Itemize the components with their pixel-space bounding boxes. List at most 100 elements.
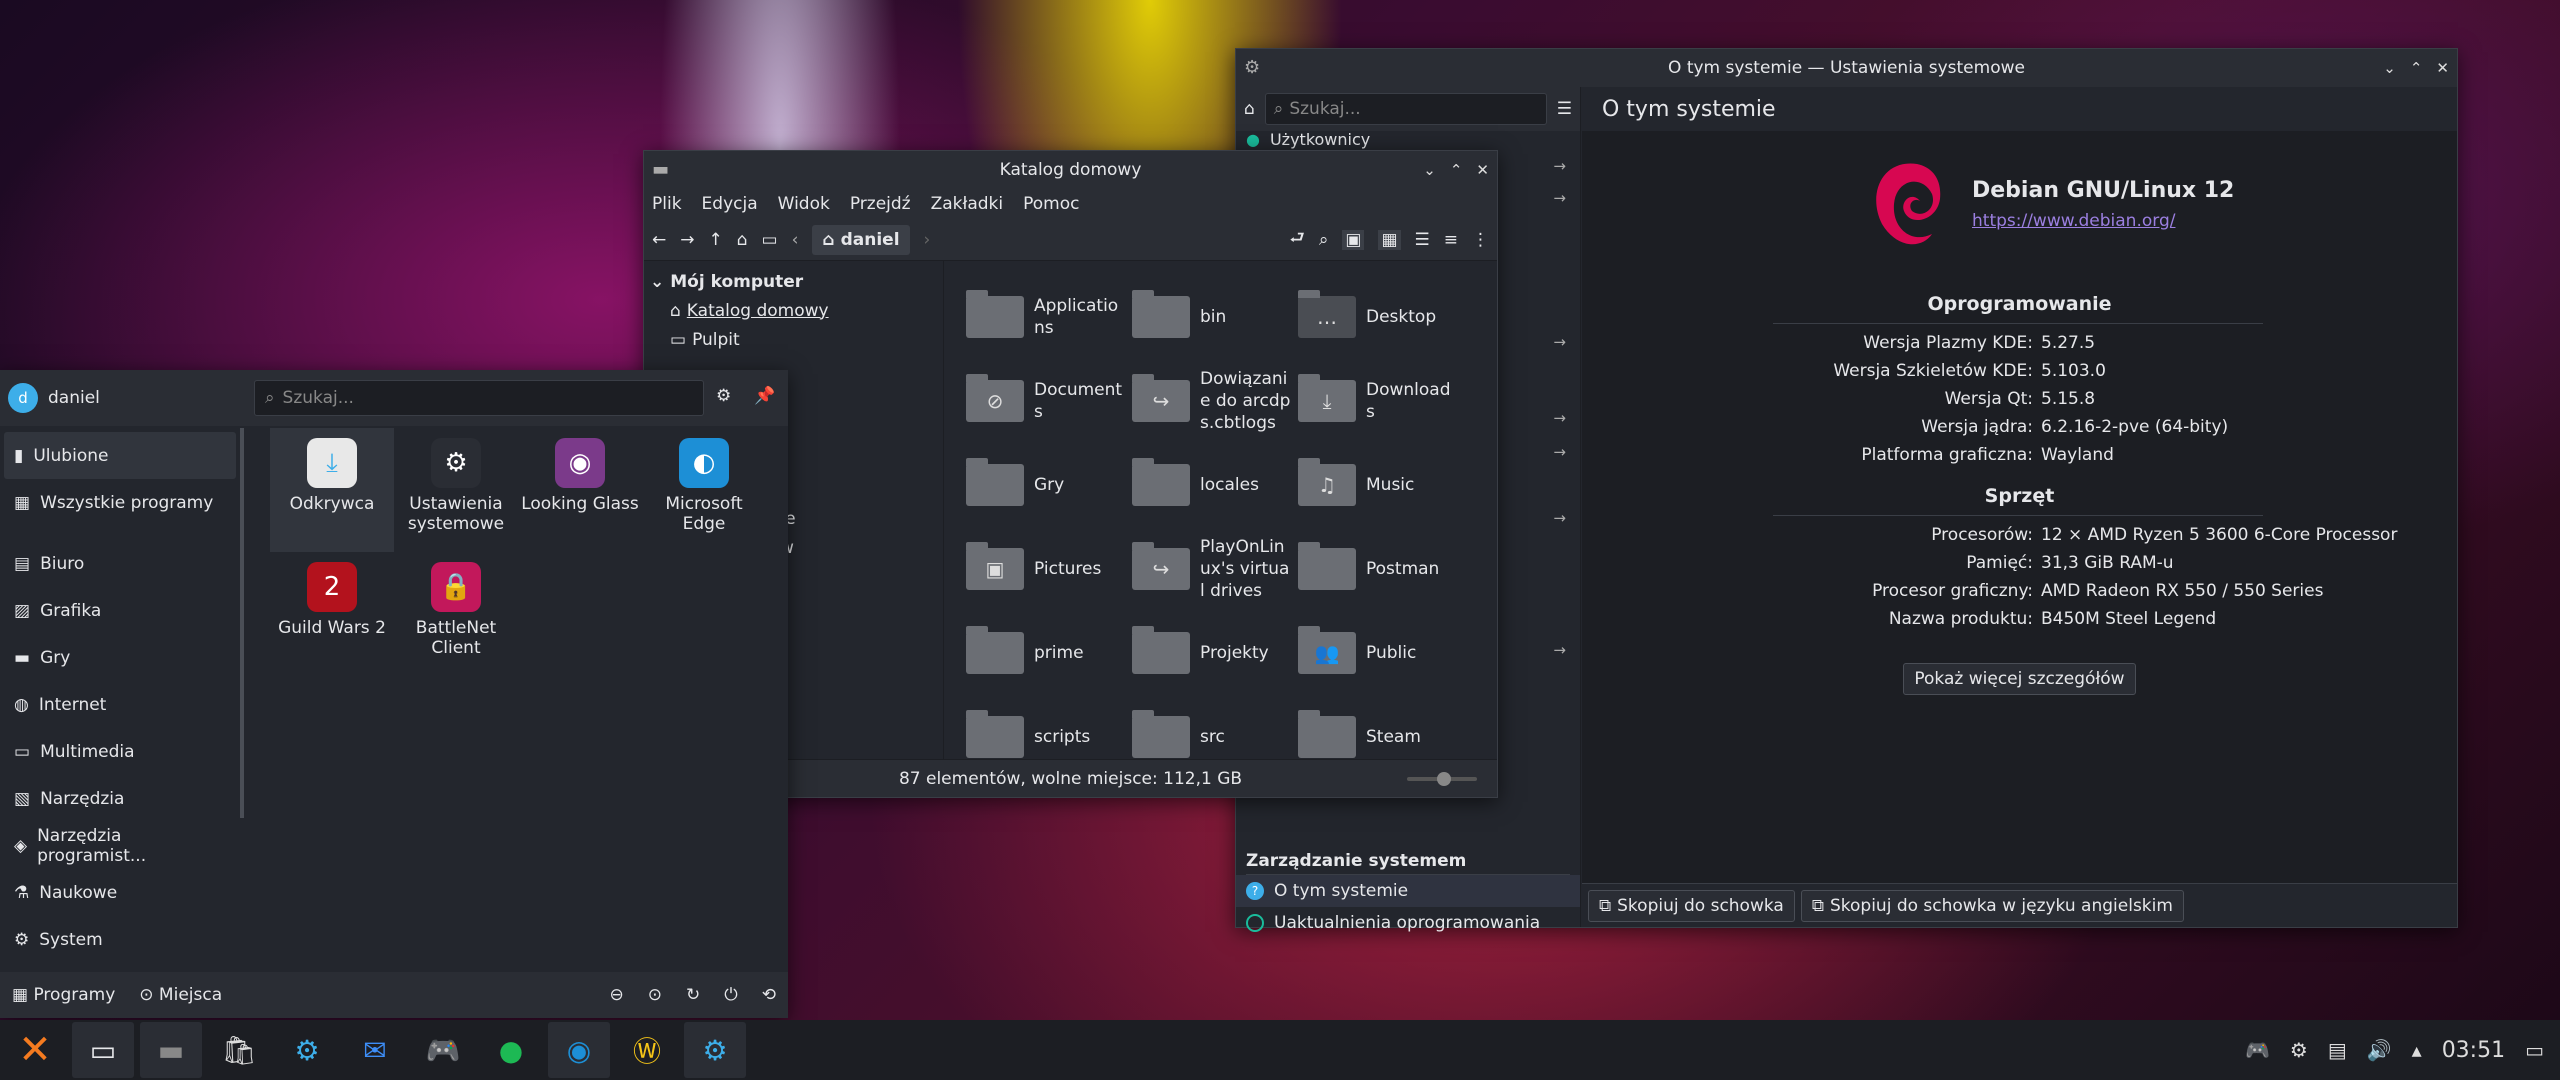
wps-icon[interactable]: Ⓦ — [616, 1022, 678, 1078]
category-item[interactable]: ▨ Grafika — [4, 587, 236, 634]
category-item[interactable]: ◈ Narzędzia programist... — [4, 822, 236, 869]
file-item[interactable]: bin — [1132, 275, 1298, 359]
chevron-right-icon[interactable]: → — [1553, 333, 1566, 409]
power-icon[interactable]: ⏻ — [724, 985, 737, 1005]
menu-item[interactable]: Edycja — [702, 194, 758, 214]
gear-icon[interactable]: ⚙ — [716, 386, 731, 406]
chevron-right-icon[interactable]: → — [1553, 509, 1566, 641]
preview-icon[interactable]: ▣ — [1342, 229, 1365, 250]
app-tile[interactable]: 2 Guild Wars 2 — [270, 552, 394, 676]
category-item[interactable]: ◍ Internet — [4, 681, 236, 728]
file-item[interactable]: ⤓ Downloads — [1298, 359, 1464, 443]
settings-search-input[interactable]: ⌕ Szukaj... — [1264, 93, 1547, 125]
discover-icon[interactable]: 🛍 — [208, 1022, 270, 1078]
launcher-icon[interactable]: ✕ — [4, 1022, 66, 1078]
sidebar-item-users[interactable]: ● Użytkownicy — [1236, 131, 1580, 149]
pin-icon[interactable]: 📌 — [754, 386, 775, 406]
home-icon[interactable]: ⌂ — [1244, 99, 1255, 119]
discord-tray-icon[interactable]: 🎮 — [2245, 1038, 2270, 1062]
chevron-right-icon[interactable]: → — [1553, 157, 1566, 189]
chevron-right-icon[interactable]: → — [1553, 641, 1566, 659]
copy-to-clipboard-button[interactable]: ⧉ Skopiuj do schowka — [1588, 889, 1795, 922]
file-item[interactable]: prime — [966, 611, 1132, 695]
tree-view-icon[interactable]: ≡ — [1444, 230, 1458, 250]
app-tile[interactable]: 🔒 BattleNet Client — [394, 552, 518, 676]
sleep-icon[interactable]: ⊙ — [648, 985, 662, 1005]
breadcrumb-left-icon[interactable]: ‹ — [792, 230, 799, 250]
file-item[interactable]: ♫ Music — [1298, 443, 1464, 527]
settings-icon[interactable]: ⚙ — [684, 1022, 746, 1078]
close-button[interactable]: ✕ — [1476, 161, 1489, 179]
chevron-right-icon[interactable]: → — [1553, 443, 1566, 509]
file-item[interactable]: locales — [1132, 443, 1298, 527]
chevron-right-icon[interactable]: → — [1553, 189, 1566, 333]
category-item[interactable]: ⚙ System — [4, 916, 236, 963]
category-item[interactable]: ▬ Gry — [4, 634, 236, 681]
app-tile[interactable]: ⚙ Ustawienia systemowe — [394, 428, 518, 552]
back-icon[interactable]: ← — [652, 230, 666, 250]
tree-root[interactable]: ⌄ Mój komputer — [650, 267, 937, 296]
maximize-button[interactable]: ⌃ — [2410, 59, 2423, 77]
tree-item-home[interactable]: ⌂ Katalog domowy — [650, 296, 937, 325]
category-item[interactable]: ⚗ Naukowe — [4, 869, 236, 916]
tab-programs[interactable]: ▦ Programy — [12, 985, 115, 1005]
split-view-icon[interactable]: ⮐ — [1290, 225, 1305, 254]
category-item[interactable]: ▧ Narzędzia — [4, 775, 236, 822]
menu-item[interactable]: Zakładki — [931, 194, 1004, 214]
file-item[interactable]: Gry — [966, 443, 1132, 527]
breadcrumb[interactable]: ⌂ daniel — [812, 224, 910, 255]
icons-view-icon[interactable]: ▦ — [1378, 229, 1401, 250]
maximize-button[interactable]: ⌃ — [1450, 161, 1463, 179]
category-item[interactable]: ▤ Biuro — [4, 540, 236, 587]
launcher-search-input[interactable]: ⌕ Szukaj... — [254, 380, 704, 416]
file-item[interactable]: Applications — [966, 275, 1132, 359]
category-item[interactable]: ▮ Ulubione — [4, 432, 236, 479]
avatar[interactable]: d — [8, 383, 38, 413]
file-item[interactable]: … Desktop — [1298, 275, 1464, 359]
file-item[interactable]: ↪ Dowiązanie do arcdps.cbtlogs — [1132, 359, 1298, 443]
clipboard-tray-icon[interactable]: ▤ — [2328, 1038, 2347, 1062]
scrollbar[interactable] — [240, 428, 244, 818]
messenger-icon[interactable]: ✉ — [344, 1022, 406, 1078]
menu-icon[interactable]: ⋮ — [1472, 230, 1489, 250]
file-item[interactable]: ↪ PlayOnLinux's virtual drives — [1132, 527, 1298, 611]
lock-icon[interactable]: ⊖ — [610, 985, 624, 1005]
menu-item[interactable]: Pomoc — [1023, 194, 1079, 214]
file-manager-titlebar[interactable]: ▬ Katalog domowy ⌄ ⌃ ✕ — [644, 151, 1497, 189]
app-tile[interactable]: ◐ Microsoft Edge — [642, 428, 766, 552]
edge-icon[interactable]: ◉ — [548, 1022, 610, 1078]
file-item[interactable]: 👥 Public — [1298, 611, 1464, 695]
updates-tray-icon[interactable]: ⚙ — [2290, 1038, 2308, 1062]
sidebar-item-about[interactable]: ? O tym systemie — [1236, 875, 1580, 907]
category-item[interactable]: ▭ Multimedia — [4, 728, 236, 775]
file-item[interactable]: src — [1132, 695, 1298, 759]
file-item[interactable]: Projekty — [1132, 611, 1298, 695]
folder-icon[interactable]: ▬ — [140, 1022, 202, 1078]
logout-icon[interactable]: ⟲ — [762, 985, 776, 1005]
sidebar-item-updates[interactable]: Uaktualnienia oprogramowania — [1246, 907, 1570, 939]
tree-item-desktop[interactable]: ▭ Pulpit — [650, 325, 937, 354]
minimize-button[interactable]: ⌄ — [2383, 59, 2396, 77]
breadcrumb-right-icon[interactable]: › — [924, 230, 931, 250]
menu-item[interactable]: Widok — [778, 194, 830, 214]
spotify-icon[interactable]: ● — [480, 1022, 542, 1078]
show-desktop-icon[interactable]: ▭ — [2525, 1038, 2544, 1062]
steam-icon[interactable]: ⚙ — [276, 1022, 338, 1078]
terminal-icon[interactable]: ▭ — [762, 230, 778, 250]
forward-icon[interactable]: → — [680, 230, 694, 250]
copy-to-clipboard-english-button[interactable]: ⧉ Skopiuj do schowka w języku angielskim — [1800, 889, 2184, 922]
file-item[interactable]: Postman — [1298, 527, 1464, 611]
file-item[interactable]: scripts — [966, 695, 1132, 759]
file-item[interactable]: ⊘ Documents — [966, 359, 1132, 443]
file-item[interactable]: Steam — [1298, 695, 1464, 759]
close-button[interactable]: ✕ — [2436, 59, 2449, 77]
category-item[interactable]: ▦ Wszystkie programy — [4, 479, 236, 526]
terminal-icon[interactable]: ▭ — [72, 1022, 134, 1078]
search-icon[interactable]: ⌕ — [1319, 230, 1329, 250]
app-tile[interactable]: ◉ Looking Glass — [518, 428, 642, 552]
os-url-link[interactable]: https://www.debian.org/ — [1972, 211, 2234, 231]
sysinfo-titlebar[interactable]: ⚙ O tym systemie — Ustawienia systemowe … — [1236, 49, 2457, 87]
zoom-slider[interactable] — [1407, 772, 1477, 786]
chevron-right-icon[interactable]: → — [1553, 409, 1566, 443]
volume-icon[interactable]: 🔊 — [2367, 1038, 2392, 1062]
